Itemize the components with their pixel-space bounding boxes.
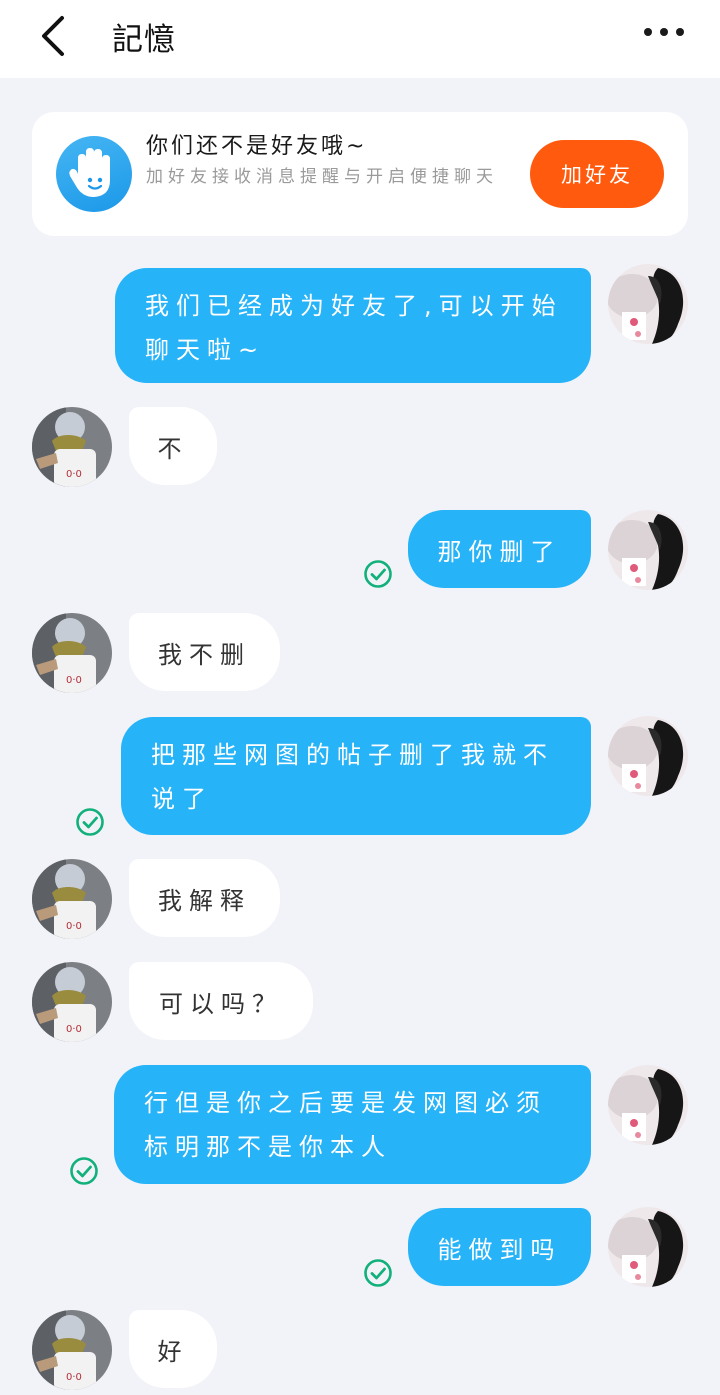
message-bubble-self[interactable]: 能做到吗 (408, 1208, 591, 1286)
message-bubble-self[interactable]: 我们已经成为好友了,可以开始聊天啦~ (115, 268, 591, 383)
self-avatar[interactable] (608, 510, 688, 590)
message-bubble-self[interactable]: 行但是你之后要是发网图必须标明那不是你本人 (114, 1065, 591, 1184)
message-bubble-other[interactable]: 好 (129, 1310, 217, 1388)
contact-avatar[interactable] (32, 859, 112, 939)
chevron-left-icon (42, 16, 64, 56)
top-bar: 記憶 (0, 0, 720, 78)
message-bubble-other[interactable]: 不 (129, 407, 217, 485)
contact-avatar[interactable] (32, 962, 112, 1042)
hand-wave-icon (56, 136, 132, 212)
self-avatar[interactable] (608, 716, 688, 796)
more-options-button[interactable] (636, 14, 692, 50)
page-title: 記憶 (112, 22, 176, 58)
banner-title: 你们还不是好友哦~ (146, 134, 368, 159)
message-bubble-other[interactable]: 我不删 (129, 613, 280, 691)
check-circle-icon (75, 807, 105, 837)
message-bubble-other[interactable]: 我解释 (129, 859, 280, 937)
contact-avatar[interactable] (32, 407, 112, 487)
check-circle-icon (69, 1156, 99, 1186)
add-friend-button[interactable]: 加好友 (530, 140, 664, 208)
check-circle-icon (363, 559, 393, 589)
contact-avatar[interactable] (32, 613, 112, 693)
add-friend-banner: 你们还不是好友哦~ 加好友接收消息提醒与开启便捷聊天 加好友 (32, 112, 688, 236)
self-avatar[interactable] (608, 1207, 688, 1287)
contact-avatar[interactable] (32, 1310, 112, 1390)
message-bubble-self[interactable]: 那你删了 (408, 510, 591, 588)
banner-description: 加好友接收消息提醒与开启便捷聊天 (146, 167, 498, 187)
self-avatar[interactable] (608, 264, 688, 344)
back-button[interactable] (30, 12, 80, 62)
message-bubble-other[interactable]: 可以吗？ (129, 962, 313, 1040)
check-circle-icon (363, 1258, 393, 1288)
message-bubble-self[interactable]: 把那些网图的帖子删了我就不说了 (121, 717, 591, 835)
self-avatar[interactable] (608, 1065, 688, 1145)
